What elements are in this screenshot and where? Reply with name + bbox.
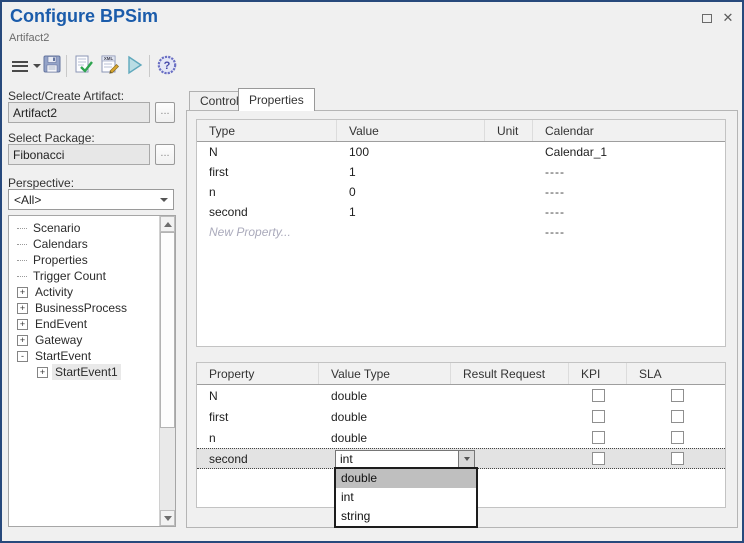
tree-scrollbar[interactable]	[159, 216, 175, 526]
dropdown-option-int[interactable]: int	[336, 488, 476, 507]
properties-value-table: Type Value Unit Calendar N100Calendar_1 …	[196, 119, 726, 347]
col-property: Property	[197, 363, 319, 384]
table-header: Property Value Type Result Request KPI S…	[197, 363, 725, 385]
combobox-dropdown-button[interactable]	[459, 450, 475, 468]
sla-checkbox[interactable]	[671, 389, 684, 402]
kpi-checkbox[interactable]	[592, 389, 605, 402]
new-property-row[interactable]: New Property...----	[197, 222, 725, 242]
dropdown-option-double[interactable]: double	[336, 469, 476, 488]
maximize-icon	[702, 14, 712, 23]
save-icon	[42, 54, 62, 74]
kpi-checkbox[interactable]	[592, 431, 605, 444]
menu-button[interactable]	[8, 56, 32, 76]
svg-text:?: ?	[164, 60, 171, 72]
col-result-request: Result Request	[451, 363, 569, 384]
package-input[interactable]	[8, 144, 150, 165]
artifact-input[interactable]	[8, 102, 150, 123]
close-icon: ✕	[723, 11, 734, 24]
help-button[interactable]: ?	[156, 54, 178, 76]
chevron-down-icon	[464, 457, 470, 461]
table-row[interactable]: N100Calendar_1	[197, 142, 725, 162]
menu-dropdown-caret-icon[interactable]	[33, 64, 41, 68]
tree-item-activity[interactable]: +Activity	[9, 284, 159, 300]
col-calendar: Calendar	[533, 120, 725, 141]
tree-item-trigger-count[interactable]: Trigger Count	[9, 268, 159, 284]
xml-edit-icon: XML	[99, 54, 121, 76]
col-unit: Unit	[485, 120, 533, 141]
value-type-editor[interactable]: int	[335, 450, 459, 468]
sla-checkbox[interactable]	[671, 452, 684, 465]
scrollbar-thumb[interactable]	[160, 232, 175, 428]
package-browse-button[interactable]: ...	[155, 144, 175, 165]
scroll-up-button[interactable]	[160, 216, 175, 232]
close-button[interactable]: ✕	[719, 9, 737, 25]
perspective-value: <All>	[14, 193, 41, 207]
col-value: Value	[337, 120, 485, 141]
table-row[interactable]: first1----	[197, 162, 725, 182]
expand-icon[interactable]: +	[17, 303, 28, 314]
col-kpi: KPI	[569, 363, 627, 384]
chevron-down-icon	[160, 198, 168, 202]
expand-icon[interactable]: +	[17, 335, 28, 346]
arrow-up-icon	[164, 222, 172, 227]
tab-properties[interactable]: Properties	[238, 88, 315, 111]
svg-text:XML: XML	[104, 56, 114, 61]
expand-icon[interactable]: +	[17, 287, 28, 298]
dialog-subtitle: Artifact2	[9, 32, 49, 44]
perspective-label: Perspective:	[8, 176, 74, 190]
validate-button[interactable]	[72, 54, 94, 76]
hamburger-icon	[12, 58, 28, 74]
maximize-button[interactable]	[698, 10, 716, 26]
expand-icon[interactable]: +	[17, 319, 28, 330]
scroll-down-button[interactable]	[160, 510, 175, 526]
document-check-icon	[72, 54, 94, 76]
table-row[interactable]: Ndouble	[197, 385, 725, 406]
save-button[interactable]	[42, 54, 62, 74]
expand-icon[interactable]: +	[37, 367, 48, 378]
dropdown-option-string[interactable]: string	[336, 507, 476, 526]
help-icon: ?	[156, 54, 178, 76]
tree-item-endevent[interactable]: +EndEvent	[9, 316, 159, 332]
bpsim-tree: Scenario Calendars Properties Trigger Co…	[8, 215, 176, 527]
run-simulation-button[interactable]	[126, 55, 144, 75]
selected-table-row[interactable]: second int	[197, 448, 725, 469]
toolbar-separator	[149, 55, 150, 77]
kpi-checkbox[interactable]	[592, 410, 605, 423]
configure-bpsim-dialog: Configure BPSim ✕ Artifact2	[0, 0, 744, 543]
col-type: Type	[197, 120, 337, 141]
artifact-browse-button[interactable]: ...	[155, 102, 175, 123]
sla-checkbox[interactable]	[671, 410, 684, 423]
value-type-dropdown-list: double int string	[334, 467, 478, 528]
arrow-down-icon	[164, 516, 172, 521]
collapse-icon[interactable]: -	[17, 351, 28, 362]
artifact-label: Select/Create Artifact:	[8, 89, 124, 103]
value-type-combobox[interactable]: int	[335, 450, 475, 468]
dialog-title: Configure BPSim	[10, 6, 158, 27]
play-icon	[126, 55, 144, 75]
tree-item-calendars[interactable]: Calendars	[9, 236, 159, 252]
tree-item-startevent1[interactable]: +StartEvent1	[9, 364, 159, 380]
tree-item-gateway[interactable]: +Gateway	[9, 332, 159, 348]
tree-item-businessprocess[interactable]: +BusinessProcess	[9, 300, 159, 316]
table-header: Type Value Unit Calendar	[197, 120, 725, 142]
tree-item-scenario[interactable]: Scenario	[9, 220, 159, 236]
tree-item-properties[interactable]: Properties	[9, 252, 159, 268]
table-row[interactable]: n0----	[197, 182, 725, 202]
sla-checkbox[interactable]	[671, 431, 684, 444]
kpi-checkbox[interactable]	[592, 452, 605, 465]
table-row[interactable]: firstdouble	[197, 406, 725, 427]
perspective-select[interactable]: <All>	[8, 189, 174, 210]
col-sla: SLA	[627, 363, 727, 384]
col-value-type: Value Type	[319, 363, 451, 384]
toolbar-separator	[66, 55, 67, 77]
tree-item-startevent[interactable]: -StartEvent	[9, 348, 159, 364]
table-row[interactable]: second1----	[197, 202, 725, 222]
package-label: Select Package:	[8, 131, 95, 145]
table-row[interactable]: ndouble	[197, 427, 725, 448]
edit-xml-button[interactable]: XML	[99, 54, 121, 76]
